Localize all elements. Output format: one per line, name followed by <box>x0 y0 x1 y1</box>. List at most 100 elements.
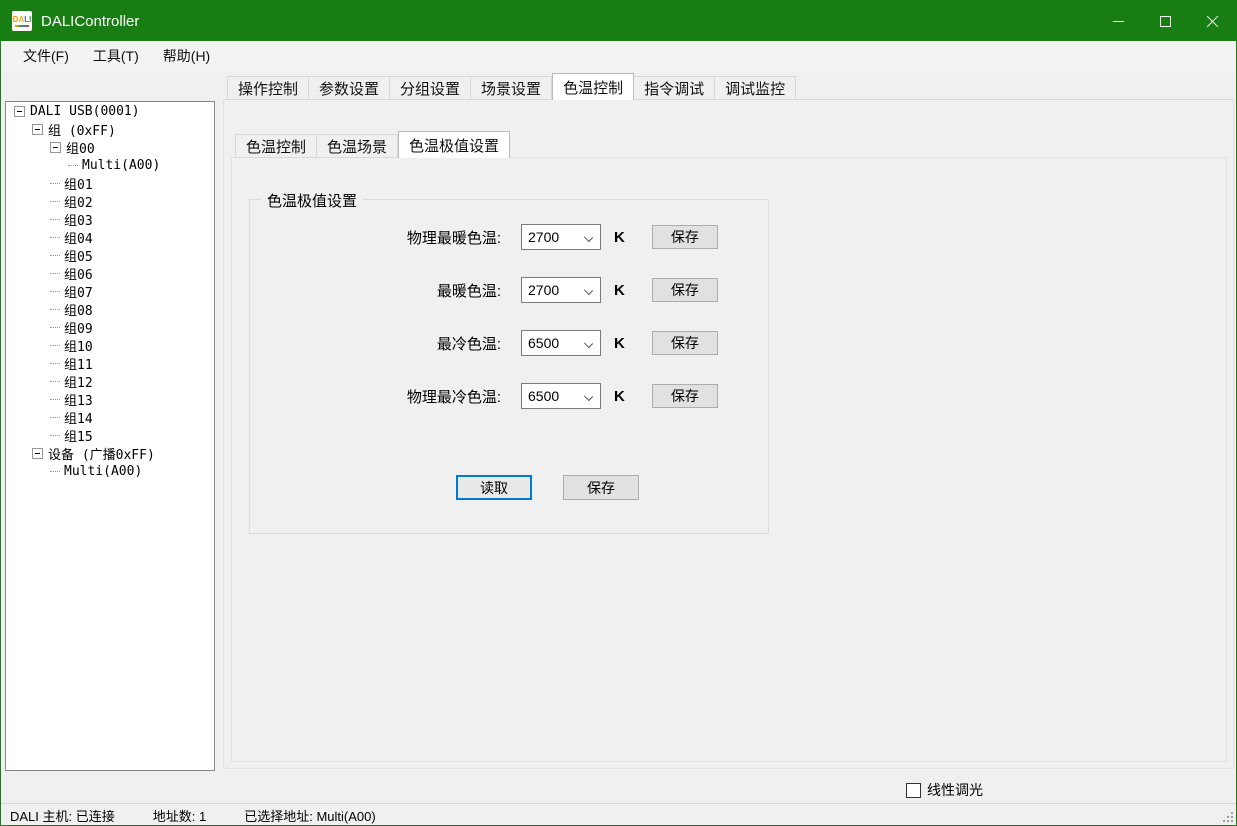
tree-item-label: 组05 <box>64 246 93 265</box>
tree-item-label: 组00 <box>66 138 95 157</box>
tree-item[interactable]: 组03 <box>6 210 214 228</box>
field-label: 最冷色温: <box>263 333 501 354</box>
tree-item[interactable]: 组11 <box>6 354 214 372</box>
chevron-down-icon <box>584 233 593 242</box>
extreme-row-2: 最冷色温:6500K保存 <box>263 330 718 356</box>
app-logo-icon: DALI <box>12 11 32 31</box>
temperature-combobox[interactable]: 6500 <box>521 330 601 356</box>
tree-item-label: 组 (0xFF) <box>48 120 116 139</box>
app-window: DALI DALIController 文件(F)工具(T)帮助(H) 操作控制… <box>0 0 1237 826</box>
tree-item[interactable]: 设备 (广播0xFF) <box>6 444 214 462</box>
sub-tab-strip: 色温控制色温场景色温极值设置 <box>235 130 510 158</box>
tree-item[interactable]: 组09 <box>6 318 214 336</box>
combobox-value: 2700 <box>528 282 559 298</box>
tree-connector <box>50 201 60 202</box>
linear-dimming-option: 线性调光 <box>906 780 983 800</box>
tree-item[interactable]: 组12 <box>6 372 214 390</box>
chevron-down-icon <box>584 286 593 295</box>
temperature-combobox[interactable]: 6500 <box>521 383 601 409</box>
tree-item-label: 组15 <box>64 426 93 445</box>
unit-label: K <box>614 282 625 299</box>
chevron-down-icon <box>584 392 593 401</box>
maximize-button[interactable] <box>1142 1 1189 41</box>
main-tab-0[interactable]: 操作控制 <box>227 76 309 100</box>
main-tab-4[interactable]: 色温控制 <box>552 73 634 100</box>
tree-item-label: 组06 <box>64 264 93 283</box>
tree-item[interactable]: 组07 <box>6 282 214 300</box>
close-button[interactable] <box>1189 1 1236 41</box>
tree-expander-icon[interactable] <box>32 124 43 135</box>
extreme-settings-rows: 物理最暖色温:2700K保存最暖色温:2700K保存最冷色温:6500K保存物理… <box>263 224 718 409</box>
menu-item-1[interactable]: 工具(T) <box>81 41 151 71</box>
tree-connector <box>50 399 60 400</box>
tree-item[interactable]: 组01 <box>6 174 214 192</box>
tree-item-label: DALI USB(0001) <box>30 104 140 119</box>
device-tree: DALI USB(0001)组 (0xFF)组00Multi(A00)组01组0… <box>5 101 215 771</box>
main-tab-5[interactable]: 指令调试 <box>634 76 715 100</box>
unit-label: K <box>614 229 625 246</box>
window-controls <box>1095 1 1236 41</box>
tree-item-label: 组01 <box>64 174 93 193</box>
tree-item[interactable]: 组14 <box>6 408 214 426</box>
tree-item[interactable]: DALI USB(0001) <box>6 102 214 120</box>
tree-item[interactable]: 组00 <box>6 138 214 156</box>
save-button[interactable]: 保存 <box>563 475 639 500</box>
combobox-value: 6500 <box>528 388 559 404</box>
close-icon <box>1206 15 1219 28</box>
row-save-button[interactable]: 保存 <box>652 278 718 302</box>
tree-item-label: 组13 <box>64 390 93 409</box>
field-label: 物理最冷色温: <box>263 386 501 407</box>
tree-item[interactable]: 组04 <box>6 228 214 246</box>
unit-label: K <box>614 388 625 405</box>
extreme-row-1: 最暖色温:2700K保存 <box>263 277 718 303</box>
menu-item-2[interactable]: 帮助(H) <box>151 41 222 71</box>
tree-item[interactable]: 组05 <box>6 246 214 264</box>
tree-expander-icon[interactable] <box>50 142 61 153</box>
read-button[interactable]: 读取 <box>456 475 532 500</box>
tree-item-label: Multi(A00) <box>82 158 160 173</box>
tree-expander-icon[interactable] <box>14 106 25 117</box>
tree-item[interactable]: 组10 <box>6 336 214 354</box>
linear-dimming-label: 线性调光 <box>927 780 983 800</box>
tree-connector <box>50 291 60 292</box>
tree-connector <box>50 435 60 436</box>
tree-connector <box>50 327 60 328</box>
row-save-button[interactable]: 保存 <box>652 331 718 355</box>
main-tab-6[interactable]: 调试监控 <box>715 76 796 100</box>
temperature-combobox[interactable]: 2700 <box>521 224 601 250</box>
action-buttons: 读取 保存 <box>456 475 639 500</box>
tree-item[interactable]: Multi(A00) <box>6 462 214 480</box>
tree-connector <box>50 381 60 382</box>
tree-item[interactable]: Multi(A00) <box>6 156 214 174</box>
main-tab-3[interactable]: 场景设置 <box>471 76 552 100</box>
sub-tab-1[interactable]: 色温场景 <box>317 134 398 158</box>
tree-item[interactable]: 组06 <box>6 264 214 282</box>
main-tab-2[interactable]: 分组设置 <box>390 76 471 100</box>
sub-tab-2[interactable]: 色温极值设置 <box>398 131 510 158</box>
row-save-button[interactable]: 保存 <box>652 225 718 249</box>
tree-expander-icon[interactable] <box>32 448 43 459</box>
combobox-value: 2700 <box>528 229 559 245</box>
tree-connector <box>50 255 60 256</box>
linear-dimming-checkbox[interactable] <box>906 783 921 798</box>
menu-item-0[interactable]: 文件(F) <box>11 41 81 71</box>
sub-tab-0[interactable]: 色温控制 <box>235 134 317 158</box>
tree-item[interactable]: 组15 <box>6 426 214 444</box>
tree-connector <box>50 237 60 238</box>
tree-connector <box>50 417 60 418</box>
group-box-title: 色温极值设置 <box>262 190 362 211</box>
main-tab-1[interactable]: 参数设置 <box>309 76 390 100</box>
tree-connector <box>68 165 78 166</box>
temperature-combobox[interactable]: 2700 <box>521 277 601 303</box>
row-save-button[interactable]: 保存 <box>652 384 718 408</box>
tree-item[interactable]: 组02 <box>6 192 214 210</box>
tree-item[interactable]: 组08 <box>6 300 214 318</box>
tree-connector <box>50 345 60 346</box>
tree-item[interactable]: 组13 <box>6 390 214 408</box>
tree-item-label: Multi(A00) <box>64 464 142 479</box>
title-bar: DALI DALIController <box>1 1 1236 41</box>
extreme-row-0: 物理最暖色温:2700K保存 <box>263 224 718 250</box>
minimize-button[interactable] <box>1095 1 1142 41</box>
resize-grip-icon[interactable] <box>1223 812 1233 822</box>
tree-item[interactable]: 组 (0xFF) <box>6 120 214 138</box>
